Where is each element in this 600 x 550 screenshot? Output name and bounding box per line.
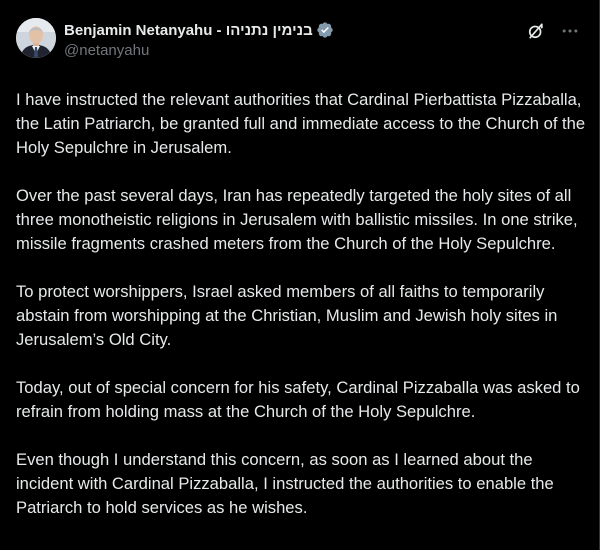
avatar-image	[16, 18, 56, 58]
more-options-icon[interactable]	[559, 20, 581, 42]
post-paragraph: Over the past several days, Iran has rep…	[16, 186, 578, 253]
post-paragraph: I have instructed the relevant authoriti…	[16, 90, 586, 157]
name-row: Benjamin Netanyahu - בנימין נתניהו	[64, 20, 525, 40]
post-header: Benjamin Netanyahu - בנימין נתניהו @neta…	[16, 16, 583, 64]
display-name[interactable]: Benjamin Netanyahu - בנימין נתניהו	[64, 22, 313, 39]
avatar[interactable]	[16, 18, 56, 58]
post-paragraph: To protect worshippers, Israel asked mem…	[16, 282, 558, 349]
post-container: Benjamin Netanyahu - בנימין נתניהו @neta…	[0, 0, 600, 550]
header-actions	[525, 20, 581, 42]
post-text: I have instructed the relevant authoriti…	[16, 88, 586, 520]
post-paragraph: Today, out of special concern for his sa…	[16, 378, 580, 421]
author-names: Benjamin Netanyahu - בנימין נתניהו @neta…	[64, 16, 525, 62]
verified-badge-icon[interactable]	[316, 21, 334, 39]
post-paragraph: Even though I understand this concern, a…	[16, 450, 554, 517]
grok-icon[interactable]	[525, 20, 547, 42]
author-handle[interactable]: @netanyahu	[64, 42, 525, 62]
